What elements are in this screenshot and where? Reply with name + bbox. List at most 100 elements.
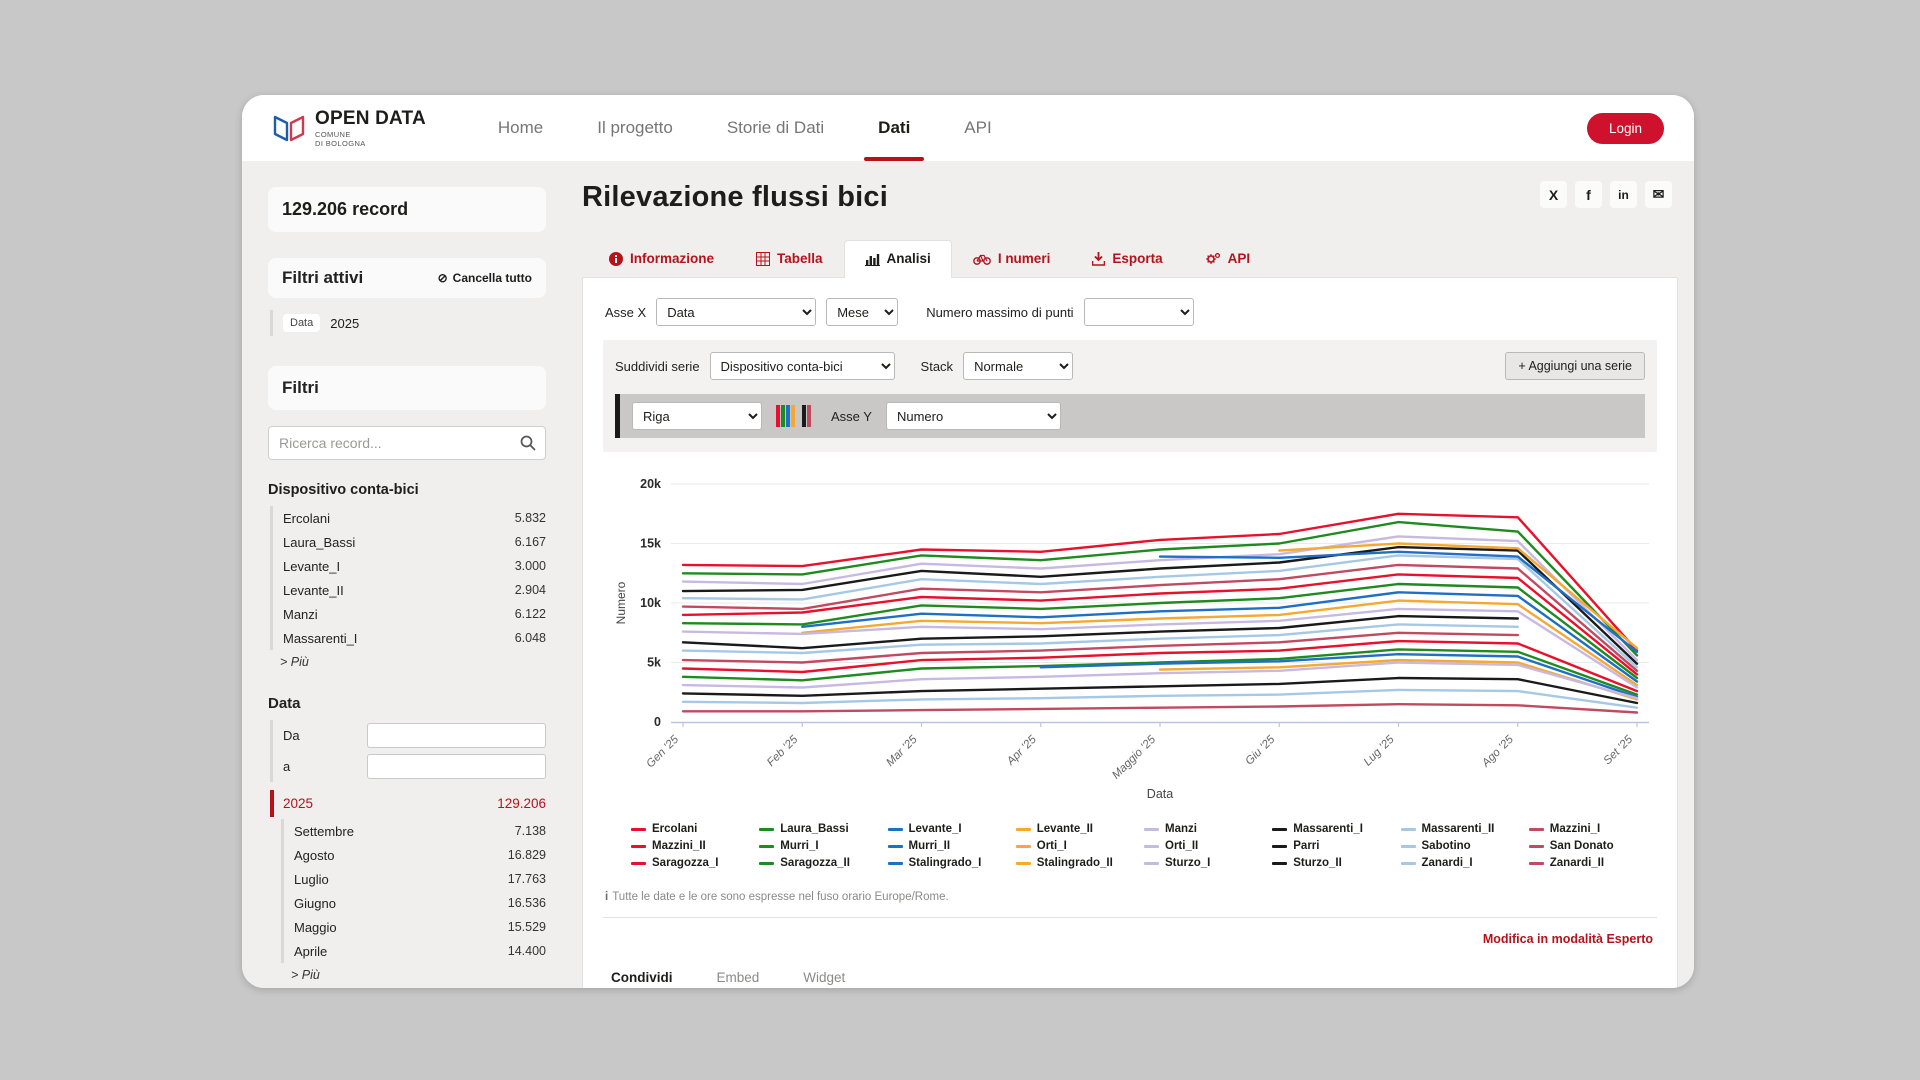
legend-label: Mazzini_I <box>1550 823 1600 835</box>
series-line-stalingrado_i[interactable] <box>1041 654 1637 697</box>
logo-subtitle: COMUNE DI BOLOGNA <box>315 130 426 148</box>
tab-label: Esporta <box>1112 251 1162 266</box>
month-more-link[interactable]: > Più <box>279 963 546 982</box>
legend-item-laura_bassi[interactable]: Laura_Bassi <box>759 823 877 835</box>
month-facet-row[interactable]: Maggio15.529 <box>294 915 546 939</box>
facet-name: Maggio <box>294 920 337 935</box>
expert-mode-link[interactable]: Modifica in modalità Esperto <box>1483 932 1653 946</box>
svg-text:Feb '25: Feb '25 <box>765 733 801 769</box>
tab-analisi[interactable]: Analisi <box>844 240 952 278</box>
legend-label: Sturzo_II <box>1293 857 1342 869</box>
legend-item-mazzini_i[interactable]: Mazzini_I <box>1529 823 1647 835</box>
share-tab-embed[interactable]: Embed <box>717 970 760 988</box>
max-points-select[interactable] <box>1084 298 1194 326</box>
facet-name: Manzi <box>283 607 318 622</box>
date-to-input[interactable] <box>367 754 546 779</box>
tab-api[interactable]: API <box>1184 240 1272 277</box>
series-line-zanardi_ii[interactable] <box>683 704 1637 712</box>
line-chart[interactable]: 05k10k15k20kNumeroGen '25Feb '25Mar '25A… <box>603 452 1657 813</box>
bicycle-icon <box>973 252 991 265</box>
legend-color-dash <box>1529 828 1544 831</box>
nav-item-home[interactable]: Home <box>498 95 543 161</box>
device-facet-row[interactable]: Laura_Bassi6.167 <box>283 530 546 554</box>
legend-item-zanardi_i[interactable]: Zanardi_I <box>1401 857 1519 869</box>
tab-tabella[interactable]: Tabella <box>735 240 844 277</box>
legend-item-ercolani[interactable]: Ercolani <box>631 823 749 835</box>
legend-label: Saragozza_I <box>652 857 718 869</box>
tab-informazione[interactable]: Informazione <box>588 240 735 277</box>
share-tab-condividi[interactable]: Condividi <box>611 970 673 988</box>
stack-label: Stack <box>921 359 954 374</box>
legend-item-manzi[interactable]: Manzi <box>1144 823 1262 835</box>
svg-text:20k: 20k <box>640 477 661 491</box>
legend-item-stalingrado_ii[interactable]: Stalingrado_II <box>1016 857 1134 869</box>
legend-item-saragozza_i[interactable]: Saragozza_I <box>631 857 749 869</box>
linkedin-icon[interactable]: in <box>1610 181 1637 208</box>
legend-item-saragozza_ii[interactable]: Saragozza_II <box>759 857 877 869</box>
facet-name: Levante_I <box>283 559 340 574</box>
nav-item-il-progetto[interactable]: Il progetto <box>597 95 673 161</box>
device-facet-row[interactable]: Manzi 6.122 <box>283 602 546 626</box>
split-series-select[interactable]: Dispositivo conta-bici <box>710 352 895 380</box>
device-facet-title: Dispositivo conta-bici <box>268 482 546 498</box>
axis-y-select[interactable]: Numero <box>886 402 1061 430</box>
legend-item-zanardi_ii[interactable]: Zanardi_II <box>1529 857 1647 869</box>
add-series-button[interactable]: + Aggiungi una serie <box>1505 352 1645 380</box>
legend-item-mazzini_ii[interactable]: Mazzini_II <box>631 840 749 852</box>
nav-item-storie-di-dati[interactable]: Storie di Dati <box>727 95 824 161</box>
year-filter-row[interactable]: 2025 129.206 <box>270 790 546 817</box>
device-facet-row[interactable]: Levante_II2.904 <box>283 578 546 602</box>
clear-all-filters-button[interactable]: ⊘ Cancella tutto <box>438 271 532 285</box>
month-facet-row[interactable]: Agosto16.829 <box>294 843 546 867</box>
device-more-link[interactable]: > Più <box>268 650 546 669</box>
device-facet-row[interactable]: Massarenti_I6.048 <box>283 626 546 650</box>
legend-item-murri_i[interactable]: Murri_I <box>759 840 877 852</box>
granularity-select[interactable]: Mese <box>826 298 898 326</box>
open-book-icon <box>272 113 306 143</box>
legend-item-levante_ii[interactable]: Levante_II <box>1016 823 1134 835</box>
envelope-icon[interactable]: ✉ <box>1645 181 1672 208</box>
legend-item-stalingrado_i[interactable]: Stalingrado_I <box>888 857 1006 869</box>
stack-select[interactable]: Normale <box>963 352 1073 380</box>
series-type-select[interactable]: Riga <box>632 402 762 430</box>
dataset-tabs: InformazioneTabellaAnalisiI numeri Esport… <box>582 240 1678 277</box>
legend-item-murri_ii[interactable]: Murri_II <box>888 840 1006 852</box>
device-facet-row[interactable]: Levante_I3.000 <box>283 554 546 578</box>
date-from-input[interactable] <box>367 723 546 748</box>
legend-item-levante_i[interactable]: Levante_I <box>888 823 1006 835</box>
series-color-swatch[interactable] <box>776 405 811 427</box>
legend-item-parri[interactable]: Parri <box>1272 840 1390 852</box>
month-facet-row[interactable]: Settembre7.138 <box>294 819 546 843</box>
active-filter-chip[interactable]: Data 2025 <box>270 310 546 336</box>
series-line-stalingrado_ii[interactable] <box>1160 660 1637 699</box>
open-data-logo[interactable]: OPEN DATA COMUNE DI BOLOGNA <box>272 109 426 148</box>
tab-esporta[interactable]: Esporta <box>1071 240 1183 277</box>
month-facet-row[interactable]: Luglio17.763 <box>294 867 546 891</box>
month-facet-row[interactable]: Aprile14.400 <box>294 939 546 963</box>
series-line-sturzo_i[interactable] <box>683 663 1637 699</box>
login-button[interactable]: Login <box>1587 113 1664 144</box>
legend-item-sturzo_i[interactable]: Sturzo_I <box>1144 857 1262 869</box>
nav-item-dati[interactable]: Dati <box>878 95 910 161</box>
axis-x-select[interactable]: Data <box>656 298 816 326</box>
legend-color-dash <box>759 862 774 865</box>
legend-item-massarenti_i[interactable]: Massarenti_I <box>1272 823 1390 835</box>
facet-name: Massarenti_I <box>283 631 357 646</box>
facebook-icon[interactable]: f <box>1575 181 1602 208</box>
x-logo-icon[interactable]: X <box>1540 181 1567 208</box>
legend-item-orti_ii[interactable]: Orti_II <box>1144 840 1262 852</box>
share-tab-widget[interactable]: Widget <box>803 970 845 988</box>
tab-i-numeri[interactable]: I numeri <box>952 240 1072 277</box>
legend-item-sturzo_ii[interactable]: Sturzo_II <box>1272 857 1390 869</box>
legend-item-orti_i[interactable]: Orti_I <box>1016 840 1134 852</box>
facet-count: 6.122 <box>515 607 546 621</box>
legend-item-san-donato[interactable]: San Donato <box>1529 840 1647 852</box>
month-facet-row[interactable]: Giugno16.536 <box>294 891 546 915</box>
legend-item-sabotino[interactable]: Sabotino <box>1401 840 1519 852</box>
search-input[interactable] <box>268 426 546 460</box>
nav-item-api[interactable]: API <box>964 95 991 161</box>
legend-label: Murri_I <box>780 840 818 852</box>
legend-item-massarenti_ii[interactable]: Massarenti_II <box>1401 823 1519 835</box>
series-line-saragozza_i[interactable] <box>683 641 1637 691</box>
device-facet-row[interactable]: Ercolani5.832 <box>283 506 546 530</box>
